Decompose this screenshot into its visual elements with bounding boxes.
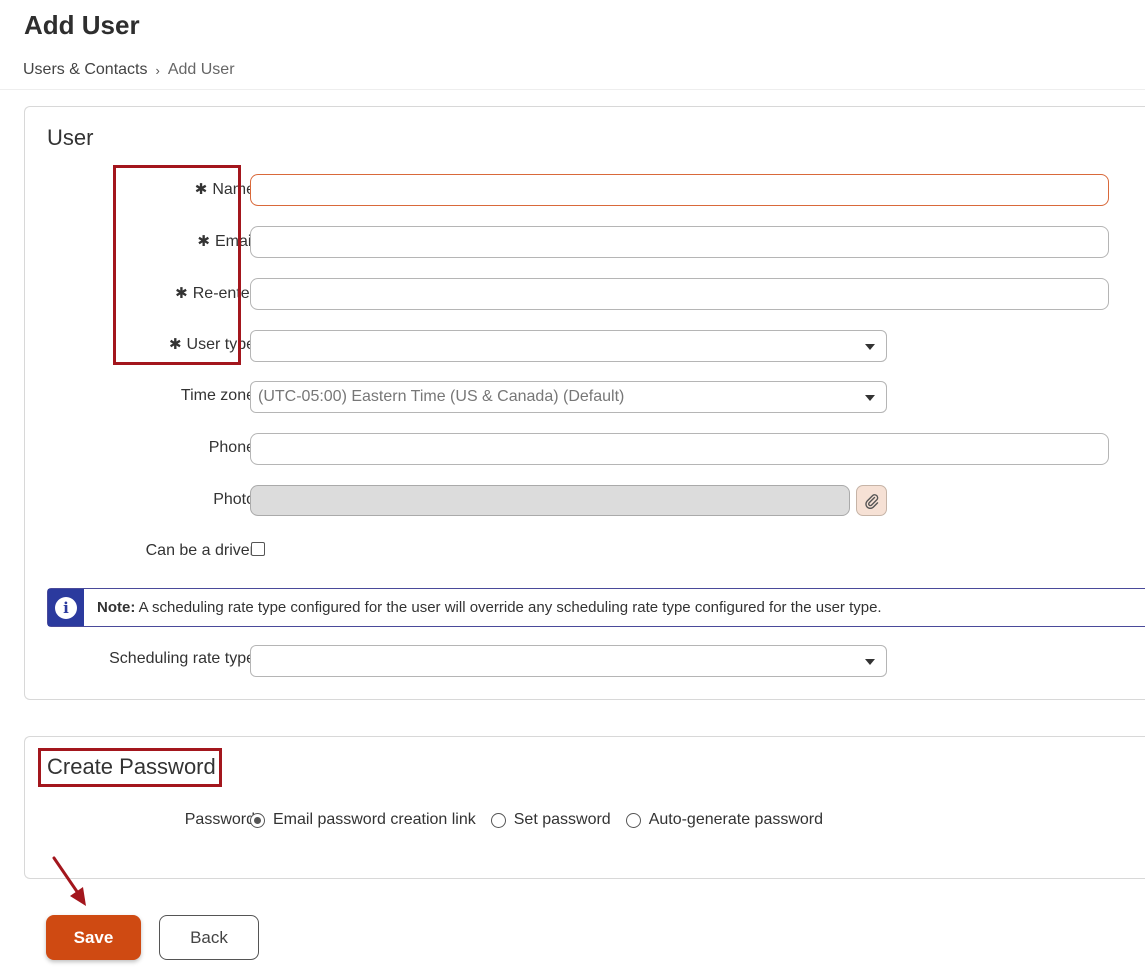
breadcrumb-current: Add User — [167, 61, 235, 78]
time-zone-select[interactable]: (UTC-05:00) Eastern Time (US & Canada) (… — [250, 381, 887, 413]
set-password-radio[interactable] — [490, 812, 506, 828]
scheduling-rate-type-select[interactable] — [250, 645, 887, 677]
note-text: Note: A scheduling rate type configured … — [97, 599, 882, 616]
email-link-option[interactable]: Email password creation link — [250, 811, 476, 829]
chevron-right-icon: › — [155, 62, 160, 78]
header-divider — [0, 89, 1145, 90]
time-zone-label: Time zone — [180, 387, 255, 404]
email-link-radio[interactable] — [250, 812, 265, 828]
scheduling-rate-type-label: Scheduling rate type — [109, 650, 255, 667]
chevron-down-icon — [865, 344, 875, 350]
page-title: Add User — [24, 10, 140, 40]
email-input[interactable] — [250, 226, 1109, 258]
annotation-arrow-icon — [52, 856, 86, 906]
chevron-down-icon — [865, 395, 875, 401]
breadcrumb-users-contacts-link[interactable]: Users & Contacts — [23, 61, 147, 79]
photo-label: Photo — [213, 491, 255, 508]
scheduling-note-banner: i Note: A scheduling rate type configure… — [47, 588, 1145, 627]
back-button[interactable]: Back — [159, 915, 259, 960]
attach-photo-button[interactable] — [856, 485, 887, 516]
info-icon: i — [55, 596, 77, 619]
chevron-down-icon — [865, 659, 875, 665]
paperclip-icon — [864, 493, 878, 509]
auto-generate-option[interactable]: Auto-generate password — [625, 811, 823, 829]
info-icon-box: i — [48, 589, 84, 626]
name-input[interactable] — [250, 174, 1109, 206]
can-be-driver-checkbox[interactable] — [251, 542, 265, 556]
user-section-title: User — [47, 125, 94, 150]
set-password-option[interactable]: Set password — [490, 811, 611, 829]
photo-file-field — [250, 485, 850, 516]
phone-input[interactable] — [250, 433, 1109, 465]
save-button[interactable]: Save — [46, 915, 141, 960]
auto-generate-radio[interactable] — [625, 812, 641, 828]
create-password-highlight — [38, 748, 222, 787]
required-fields-highlight — [113, 165, 241, 365]
password-options: Email password creation link Set passwor… — [250, 811, 838, 829]
phone-label: Phone — [208, 439, 255, 456]
time-zone-value: (UTC-05:00) Eastern Time (US & Canada) (… — [258, 388, 625, 405]
password-label: Password — [184, 811, 255, 828]
breadcrumb: Users & Contacts › Add User — [23, 61, 235, 79]
reenter-email-input[interactable] — [250, 278, 1109, 310]
driver-label: Can be a driver — [145, 542, 255, 559]
user-type-select[interactable] — [250, 330, 887, 362]
